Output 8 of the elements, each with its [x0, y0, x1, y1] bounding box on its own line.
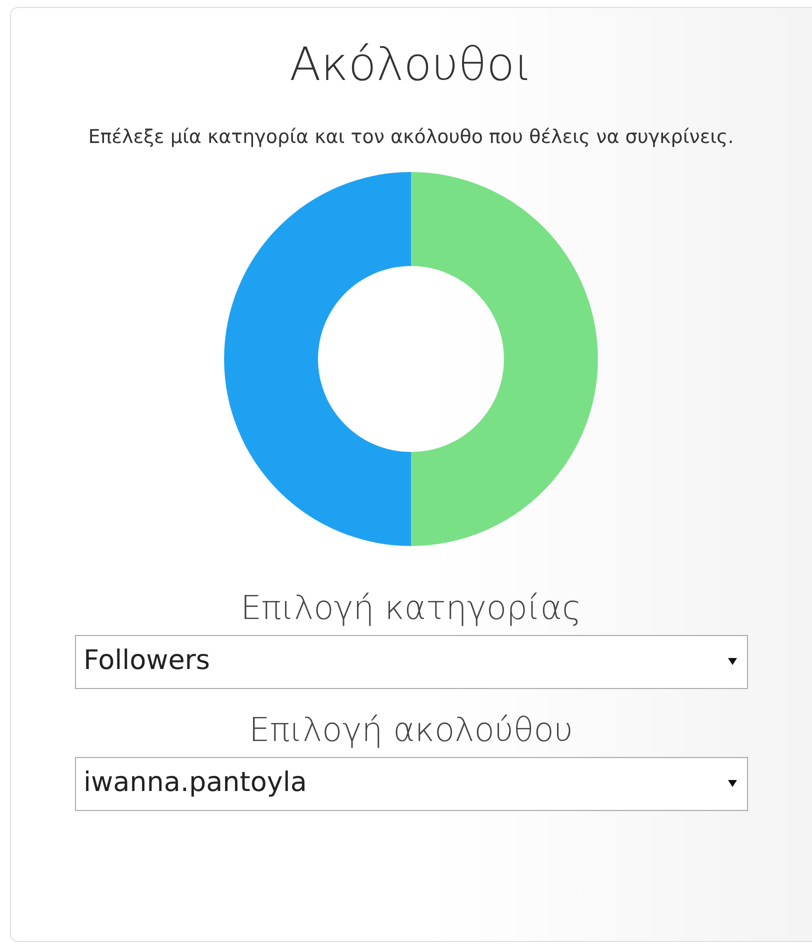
instruction-text: Επέλεξε μία κατηγορία και τον ακόλουθο που θέλεις να συγκρίνεις. [87, 124, 735, 150]
caret-icon [728, 658, 736, 665]
select-label: Επιλογή κατηγορίας [240, 586, 582, 628]
dropdown-select[interactable]: iwanna.pantoyla [74, 756, 748, 810]
card-title: Ακόλουθοι [289, 36, 532, 93]
select-label: Επιλογή ακολούθου [249, 708, 573, 750]
caret-icon [728, 780, 736, 787]
dropdown-select[interactable]: Followers [74, 634, 748, 688]
